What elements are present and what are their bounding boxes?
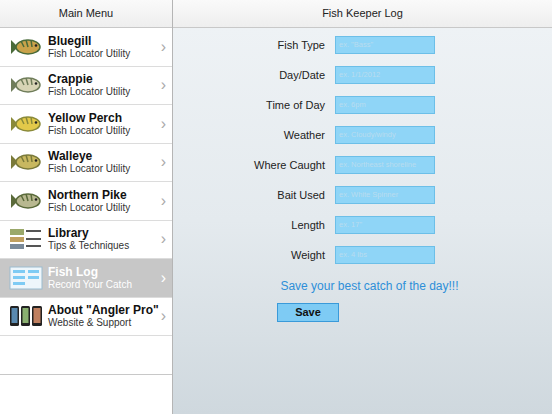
main-panel: Fish Keeper Log Fish Type ex. "Bass" Day/Da… <box>173 0 552 414</box>
form-row: Length ex. 17" <box>173 210 552 240</box>
form-row: Weather ex. Cloudy/windy <box>173 120 552 150</box>
log-icon <box>9 266 43 290</box>
sidebar-item[interactable]: Fish LogRecord Your Catch › <box>0 259 172 298</box>
sidebar-item[interactable]: CrappieFish Locator Utility › <box>0 67 172 106</box>
sidebar-item[interactable]: LibraryTips & Techniques › <box>0 221 172 260</box>
chevron-icon: › <box>161 231 166 247</box>
sidebar-header: Main Menu <box>0 0 172 28</box>
item-title: Bluegill <box>48 35 156 48</box>
item-subtitle: Record Your Catch <box>48 279 156 290</box>
field-input[interactable]: ex. 6pm <box>335 96 435 114</box>
library-icon <box>9 227 43 251</box>
field-placeholder: ex. White Spinner <box>339 189 398 200</box>
item-title: About "Angler Pro" <box>48 304 156 317</box>
app: Main MenuBluegillFish Locator Utility›Cr… <box>0 0 552 414</box>
item-subtitle: Fish Locator Utility <box>48 125 156 136</box>
fish-icon <box>9 112 43 136</box>
field-input[interactable]: ex. White Spinner <box>335 186 435 204</box>
item-title: Yellow Perch <box>48 112 156 125</box>
fish-icon <box>9 189 43 213</box>
chevron-icon: › <box>161 39 166 55</box>
field-label: Where Caught <box>173 157 325 174</box>
fish-icon <box>9 73 43 97</box>
chevron-icon: › <box>161 116 166 132</box>
item-title: Crappie <box>48 73 156 86</box>
sidebar: Main MenuBluegillFish Locator Utility›Cr… <box>0 0 173 414</box>
form-row: Fish Type ex. "Bass" <box>173 30 552 60</box>
item-title: Walleye <box>48 150 156 163</box>
item-title: Northern Pike <box>48 189 156 202</box>
item-subtitle: Fish Locator Utility <box>48 48 156 59</box>
item-subtitle: Tips & Techniques <box>48 240 156 251</box>
field-input[interactable]: ex. 1/1/2012 <box>335 66 435 84</box>
fish-icon <box>9 150 43 174</box>
chevron-icon: › <box>161 77 166 93</box>
sidebar-footer <box>0 374 172 414</box>
field-placeholder: ex. 4 lbs <box>339 249 367 260</box>
sidebar-item[interactable]: WalleyeFish Locator Utility › <box>0 144 172 183</box>
item-title: Library <box>48 227 156 240</box>
lake-background: Fish Type ex. "Bass" Day/Date ex. 1/1/2012 T… <box>173 28 552 414</box>
field-placeholder: ex. 17" <box>339 219 362 230</box>
field-label: Day/Date <box>173 67 325 84</box>
field-input[interactable]: ex. "Bass" <box>335 36 435 54</box>
form-row: Time of Day ex. 6pm <box>173 90 552 120</box>
sidebar-item[interactable]: About "Angler Pro"Website & Support › <box>0 298 172 337</box>
chevron-icon: › <box>161 308 166 324</box>
field-label: Time of Day <box>173 97 325 114</box>
sidebar-item[interactable]: Yellow PerchFish Locator Utility › <box>0 105 172 144</box>
fish-icon <box>9 35 43 59</box>
field-input[interactable]: ex. Cloudy/windy <box>335 126 435 144</box>
form-row: Day/Date ex. 1/1/2012 <box>173 60 552 90</box>
save-message: Save your best catch of the day!!! <box>173 276 552 296</box>
form-row: Weight ex. 4 lbs <box>173 240 552 270</box>
item-title: Fish Log <box>48 266 156 279</box>
save-button[interactable]: Save <box>277 303 339 322</box>
field-placeholder: ex. Cloudy/windy <box>339 129 396 140</box>
sidebar-item[interactable]: BluegillFish Locator Utility › <box>0 28 172 67</box>
field-label: Length <box>173 217 325 234</box>
form-row: Where Caught ex. Northeast shoreline <box>173 150 552 180</box>
phones-icon <box>9 304 43 328</box>
item-subtitle: Website & Support <box>48 317 156 328</box>
field-label: Fish Type <box>173 37 325 54</box>
field-input[interactable]: ex. 17" <box>335 216 435 234</box>
field-label: Bait Used <box>173 187 325 204</box>
field-input[interactable]: ex. 4 lbs <box>335 246 435 264</box>
chevron-icon: › <box>161 270 166 286</box>
sidebar-item[interactable]: Northern PikeFish Locator Utility › <box>0 182 172 221</box>
panel-header: Fish Keeper Log <box>173 0 552 28</box>
item-subtitle: Fish Locator Utility <box>48 202 156 213</box>
form-row: Bait Used ex. White Spinner <box>173 180 552 210</box>
chevron-icon: › <box>161 154 166 170</box>
item-subtitle: Fish Locator Utility <box>48 163 156 174</box>
item-subtitle: Fish Locator Utility <box>48 86 156 97</box>
field-label: Weather <box>173 127 325 144</box>
field-label: Weight <box>173 247 325 264</box>
field-input[interactable]: ex. Northeast shoreline <box>335 156 435 174</box>
field-placeholder: ex. Northeast shoreline <box>339 159 416 170</box>
chevron-icon: › <box>161 193 166 209</box>
field-placeholder: ex. 1/1/2012 <box>339 69 380 80</box>
field-placeholder: ex. "Bass" <box>339 39 373 50</box>
field-placeholder: ex. 6pm <box>339 99 366 110</box>
